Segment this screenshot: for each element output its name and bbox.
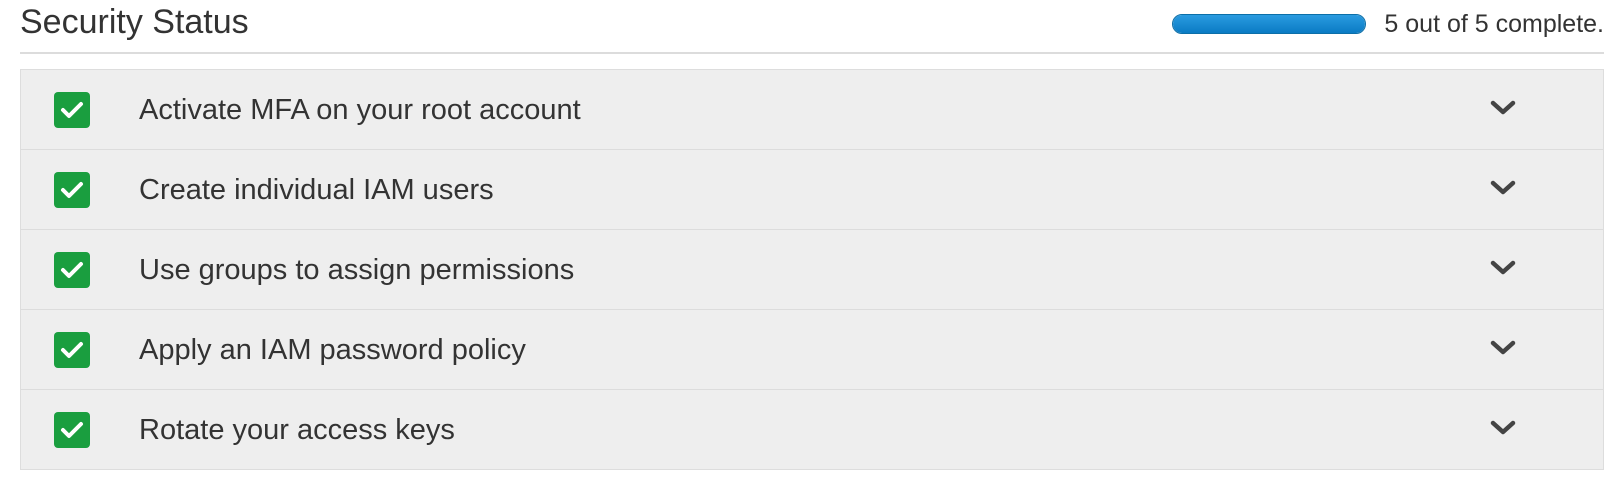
progress-text: 5 out of 5 complete. — [1384, 10, 1604, 38]
checkbox-checked-icon — [54, 251, 90, 288]
progress-bar — [1172, 14, 1367, 34]
checklist-item-password-policy[interactable]: Apply an IAM password policy — [21, 309, 1603, 389]
checklist-item-label: Activate MFA on your root account — [139, 93, 581, 126]
chevron-down-icon[interactable] — [1489, 418, 1517, 438]
checklist-item-label: Apply an IAM password policy — [139, 333, 526, 366]
chevron-down-icon[interactable] — [1489, 338, 1517, 358]
chevron-down-icon[interactable] — [1489, 178, 1517, 198]
progress-bar-fill — [1173, 15, 1366, 33]
checklist-item-label: Rotate your access keys — [139, 413, 455, 446]
checklist-item-iam-users[interactable]: Create individual IAM users — [21, 149, 1603, 229]
checklist-item-groups[interactable]: Use groups to assign permissions — [21, 229, 1603, 309]
page-title: Security Status — [20, 3, 249, 41]
checklist-item-label: Create individual IAM users — [139, 173, 494, 206]
checkbox-checked-icon — [54, 331, 90, 368]
chevron-down-icon[interactable] — [1489, 98, 1517, 118]
checklist-item-mfa[interactable]: Activate MFA on your root account — [21, 70, 1603, 149]
progress-summary: 5 out of 5 complete. — [1172, 10, 1604, 38]
checkbox-checked-icon — [54, 411, 90, 448]
checklist-item-access-keys[interactable]: Rotate your access keys — [21, 389, 1603, 469]
security-status-header: Security Status 5 out of 5 complete. — [20, 0, 1604, 54]
checkbox-checked-icon — [54, 171, 90, 208]
chevron-down-icon[interactable] — [1489, 258, 1517, 278]
security-checklist: Activate MFA on your root account Create… — [20, 69, 1604, 470]
checklist-item-label: Use groups to assign permissions — [139, 253, 575, 286]
checkbox-checked-icon — [54, 91, 90, 128]
